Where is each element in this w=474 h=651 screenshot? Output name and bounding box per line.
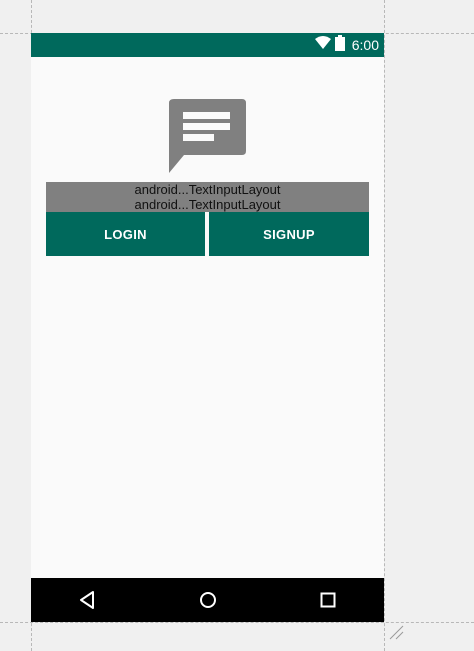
layout-guide-bottom	[0, 622, 474, 623]
password-input-layout[interactable]: android...TextInputLayout	[46, 197, 369, 212]
status-bar: 6:00	[31, 33, 384, 57]
recents-icon[interactable]	[318, 590, 338, 610]
navigation-bar	[31, 578, 384, 622]
back-icon[interactable]	[77, 590, 97, 610]
battery-icon	[334, 34, 345, 56]
status-icons: 6:00	[314, 34, 379, 56]
login-button[interactable]: LOGIN	[46, 212, 205, 256]
wifi-icon	[314, 35, 331, 55]
device-screen: 6:00 android...TextInputLayout android..…	[31, 33, 384, 622]
chat-message-icon	[168, 97, 248, 177]
username-input-layout[interactable]: android...TextInputLayout	[46, 182, 369, 197]
layout-guide-right	[384, 0, 385, 651]
resize-handle-icon[interactable]	[388, 624, 404, 640]
status-time: 6:00	[351, 37, 379, 53]
signup-button[interactable]: SIGNUP	[209, 212, 369, 256]
home-icon[interactable]	[198, 590, 218, 610]
